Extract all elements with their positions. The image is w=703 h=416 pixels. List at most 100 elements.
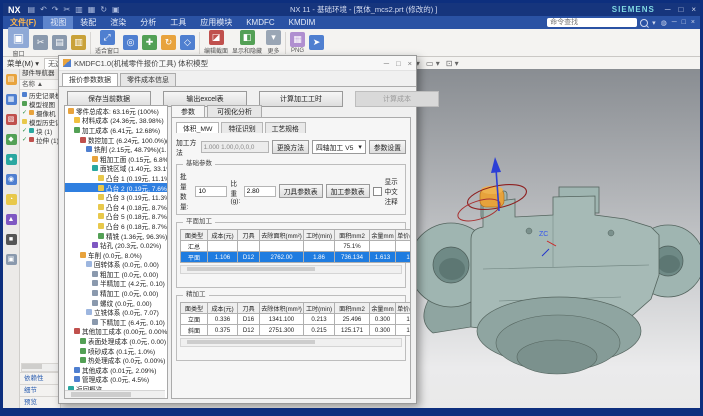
- navigator-tree-item[interactable]: ✓拉伸 (1): [20, 135, 60, 144]
- method-value-field[interactable]: 1.000 1.00,0,0,0,0: [201, 141, 269, 153]
- tool-table-button[interactable]: 刀具参数表: [279, 184, 323, 198]
- cost-tree-item[interactable]: 凸台 6 (0.18元, 8.7%): [65, 221, 167, 231]
- panel-subtab-特征识别[interactable]: 特征识别: [221, 122, 262, 133]
- png-tile[interactable]: ▦PNG: [290, 32, 305, 54]
- save-icon[interactable]: ▤: [26, 3, 38, 16]
- machine-table-button[interactable]: 加工参数表: [326, 184, 370, 198]
- paste-icon[interactable]: ▦: [86, 3, 98, 16]
- panel-subtab-体积_MW[interactable]: 体积_MW: [176, 122, 219, 133]
- maximize-button[interactable]: □: [674, 3, 687, 16]
- cost-tree-item[interactable]: 喷砂成本 (0.1元, 1.0%): [65, 346, 167, 356]
- cost-tree-item[interactable]: 热处理成本 (0.0元, 0.00%): [65, 355, 167, 365]
- dialog-close-button[interactable]: ×: [408, 59, 412, 68]
- table1-scrollbar[interactable]: [180, 265, 402, 274]
- minimize-button[interactable]: ─: [661, 3, 675, 16]
- cost-tree-item[interactable]: 车削 (0.0元, 8.0%): [65, 250, 167, 260]
- cost-tree-item[interactable]: 粗加工面 (0.15元, 6.8%): [65, 154, 167, 164]
- cost-tree-item[interactable]: 其他成本 (0.01元, 2.09%): [65, 365, 167, 375]
- table-row[interactable]: 平面1.106D122762.001.86736.1341.6131.887: [181, 252, 412, 263]
- render-style-dropdown[interactable]: ▭ ▾: [426, 59, 440, 68]
- window-close-icon[interactable]: ×: [690, 19, 696, 26]
- cost-tree-item[interactable]: 管理成本 (0.0元, 4.5%): [65, 375, 167, 385]
- cut-icon[interactable]: ✂: [61, 3, 72, 16]
- roles-icon[interactable]: ■: [6, 234, 17, 245]
- cut-icon[interactable]: ✂: [33, 35, 48, 50]
- table2-scrollbar[interactable]: [180, 338, 402, 347]
- command-search-input[interactable]: [547, 18, 637, 27]
- cost-tree-item[interactable]: 铣削 (2.15元, 48.79%)(1.10): [65, 144, 167, 154]
- copy-icon[interactable]: ▥: [73, 3, 85, 16]
- ribbon-tab-渲染[interactable]: 渲染: [103, 16, 133, 29]
- more-tile[interactable]: ▾更多: [266, 30, 281, 55]
- window-restore-icon[interactable]: □: [681, 19, 687, 26]
- panel-tab-可视化分析[interactable]: 可视化分析: [207, 105, 262, 117]
- undo-icon[interactable]: ↶: [38, 3, 49, 16]
- dialog-tab-报价参数数据[interactable]: 报价参数数据: [62, 73, 118, 86]
- search-icon[interactable]: [640, 19, 648, 27]
- cost-tree-item[interactable]: 数控加工 (6.24元, 100.0%)(1.46): [65, 135, 167, 145]
- paste-icon[interactable]: ▥: [71, 35, 86, 50]
- parameter-settings-button[interactable]: 参数设置: [369, 140, 406, 154]
- dialog-minimize-button[interactable]: ─: [384, 59, 389, 68]
- cost-tree-item[interactable]: 凸台 1 (0.19元, 11.1%): [65, 173, 167, 183]
- cost-tree-item[interactable]: 精铣 (1.36元, 96.3%): [65, 231, 167, 241]
- repeat-command-icon[interactable]: ↻: [98, 3, 109, 16]
- cost-tree-scrollbar[interactable]: [65, 390, 165, 398]
- process-studio-icon[interactable]: ▲: [6, 214, 17, 225]
- help-icon[interactable]: ◍: [660, 19, 668, 27]
- bottom-panel-细节[interactable]: 细节: [20, 384, 60, 396]
- density-input[interactable]: [244, 186, 276, 197]
- cost-tree-item[interactable]: 面铣区域 (1.40元, 33.1%): [65, 164, 167, 174]
- cost-tree-item[interactable]: 表面处理成本 (0.0元, 0.00): [65, 336, 167, 346]
- copy-icon[interactable]: ▤: [52, 35, 67, 50]
- qty-input[interactable]: [195, 186, 227, 197]
- change-method-button[interactable]: 更换方法: [272, 140, 309, 154]
- bottom-panel-预览[interactable]: 预览: [20, 396, 60, 408]
- cost-tree-item[interactable]: 半精加工 (4.2元, 0.10): [65, 279, 167, 289]
- navigator-column-header[interactable]: 名称 ▲: [20, 80, 60, 90]
- dialog-tab-零件成本信息[interactable]: 零件成本信息: [120, 73, 176, 86]
- cost-tree-item[interactable]: 螺纹 (0.0元, 0.00): [65, 298, 167, 308]
- dialog-title-bar[interactable]: KMDFC1.0(机械零件报价工具) 体积模型 ─ □ ×: [59, 56, 416, 71]
- ribbon-tab-工具[interactable]: 工具: [163, 16, 193, 29]
- part-navigator-icon[interactable]: ▧: [6, 114, 17, 125]
- cost-tree-item[interactable]: 回转体系 (0.0元, 0.00): [65, 260, 167, 270]
- cost-tree-item[interactable]: 加工成本 (6.41元, 12.68%): [65, 125, 167, 135]
- section-tile[interactable]: ◪编辑截面: [204, 30, 228, 55]
- zoom-icon[interactable]: ◎: [123, 35, 138, 50]
- cost-tree-item[interactable]: 凸台 5 (0.18元, 8.7%): [65, 212, 167, 222]
- export-icon[interactable]: ➤: [309, 35, 324, 50]
- window-tile[interactable]: ▣窗口: [8, 27, 29, 58]
- ribbon-tab-分析[interactable]: 分析: [133, 16, 163, 29]
- panel-tab-参数[interactable]: 参数: [171, 105, 205, 117]
- ribbon-tab-KMDFC[interactable]: KMDFC: [239, 16, 281, 29]
- ribbon-tab-KMDIM[interactable]: KMDIM: [282, 16, 323, 29]
- perspective-icon[interactable]: ◇: [180, 35, 195, 50]
- cost-tree-item[interactable]: 粗加工 (0.0元, 0.00): [65, 269, 167, 279]
- dialog-maximize-button[interactable]: □: [396, 59, 401, 68]
- cost-tree-item[interactable]: 钻孔 (20.3元, 0.02%): [65, 240, 167, 250]
- cost-tree-item[interactable]: 精加工 (0.0元, 0.00): [65, 288, 167, 298]
- ribbon-tab-装配[interactable]: 装配: [73, 16, 103, 29]
- table-row[interactable]: 汇总75.1%: [181, 241, 412, 252]
- cost-tree-item[interactable]: 零件总成本: 63.16元 (100%): [65, 106, 167, 116]
- table-row[interactable]: 立面0.336D161341.1000.21325.4960.3001.697: [181, 314, 412, 325]
- cost-tree-item[interactable]: 下精加工 (6.4元, 0.10): [65, 317, 167, 327]
- cost-tree-item[interactable]: 立铣体系 (0.0元, 7.07): [65, 307, 167, 317]
- viewport-3d[interactable]: ZC: [409, 69, 700, 408]
- cost-tree-item[interactable]: 其他加工成本 (0.00元, 0.00%): [65, 327, 167, 337]
- show-hide-tile[interactable]: ◧显示和隐藏: [232, 30, 262, 55]
- web-browser-icon[interactable]: ◉: [6, 174, 17, 185]
- ribbon-tab-应用模块[interactable]: 应用模块: [193, 16, 239, 29]
- panel-subtab-工艺规格[interactable]: 工艺规格: [265, 122, 306, 133]
- cost-tree-item[interactable]: 凸台 4 (0.18元, 8.7%): [65, 202, 167, 212]
- table-row[interactable]: 斜面0.375D122751.3000.215125.1710.3001.697: [181, 325, 412, 336]
- rotate-icon[interactable]: ↻: [161, 35, 176, 50]
- annotation-checkbox[interactable]: [373, 187, 382, 196]
- navigator-scrollbar[interactable]: [21, 363, 59, 372]
- ribbon-tab-视图[interactable]: 视图: [43, 16, 73, 29]
- ribbon-minimize-icon[interactable]: ▾: [651, 19, 657, 27]
- close-button[interactable]: ×: [687, 3, 700, 16]
- bottom-panel-依赖性[interactable]: 依赖性: [20, 372, 60, 384]
- part-3d-canvas[interactable]: ZC: [409, 69, 700, 408]
